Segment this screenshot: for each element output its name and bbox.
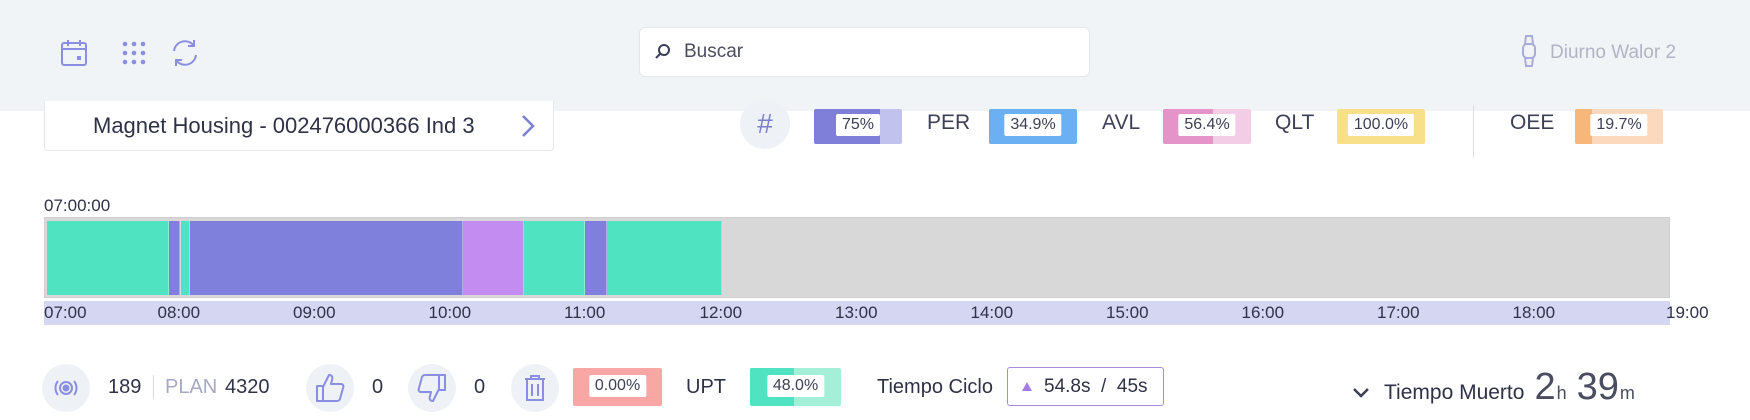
top-bar: Diurno Walor 2	[0, 0, 1750, 111]
avl-kpi-value: 56.4%	[1178, 114, 1236, 136]
grid-icon[interactable]	[117, 36, 151, 70]
dead-time-minutes: 39	[1576, 366, 1619, 408]
sensor-icon[interactable]	[42, 364, 90, 412]
axis-tick-label: 12:00	[699, 303, 743, 322]
oee-kpi-bar: 19.7%	[1575, 109, 1663, 144]
cycle-time-value: 54.8s / 45s	[1044, 375, 1148, 397]
axis-tick-label: 13:00	[835, 303, 878, 322]
good-count: 0	[372, 376, 384, 398]
axis-tick-label: 08:00	[157, 303, 201, 322]
per-kpi-bar: 34.9%	[989, 109, 1077, 144]
dead-time-minutes-unit: m	[1619, 383, 1635, 403]
timeline-segment-running[interactable]	[47, 221, 170, 295]
trash-icon[interactable]	[511, 364, 559, 412]
ciclo-label: Tiempo Ciclo	[877, 376, 993, 398]
axis-tick-label: 17:00	[1377, 303, 1420, 322]
thumbs-down-icon[interactable]	[408, 364, 456, 412]
timeline-segment-running[interactable]	[607, 221, 723, 295]
count-value: 189	[108, 376, 142, 398]
main-kpi-bar: 75%	[814, 109, 902, 144]
axis-tick-label: 10:00	[428, 303, 472, 322]
count-divider	[153, 375, 154, 399]
plan-value: 4320	[225, 376, 270, 398]
plan-label: PLAN	[165, 376, 218, 398]
avl-kpi-bar: 56.4%	[1163, 109, 1251, 144]
scrap-rate-value: 0.00%	[588, 375, 647, 397]
timeline-segment-stop[interactable]	[169, 221, 181, 295]
scrap-rate-bar: 0.00%	[573, 368, 662, 406]
avl-label: AVL	[1102, 111, 1141, 134]
user-menu[interactable]: Diurno Walor 2	[1520, 34, 1677, 73]
dead-time-label: Tiempo Muerto	[1384, 381, 1525, 404]
search-box[interactable]	[639, 27, 1090, 77]
triangle-up-icon	[1022, 382, 1032, 391]
chevron-right-icon[interactable]	[517, 113, 539, 139]
product-selector[interactable]: Magnet Housing - 002476000366 Ind 3	[44, 101, 554, 151]
dead-time-hours-unit: h	[1556, 383, 1567, 403]
hash-icon[interactable]: #	[740, 99, 790, 149]
upt-bar: 48.0%	[750, 368, 841, 406]
product-name: Magnet Housing - 002476000366 Ind 3	[93, 112, 475, 138]
axis-tick-label: 15:00	[1106, 303, 1149, 322]
qlt-kpi-value: 100.0%	[1347, 114, 1415, 136]
axis-tick-label: 14:00	[970, 303, 1014, 322]
timeline-axis: 07:00 08:00 09:00 10:00 11:00 12:00 13:00 14:00…	[44, 301, 1709, 325]
axis-tick-label: 18:00	[1512, 303, 1556, 322]
axis-tick-label: 11:00	[564, 303, 606, 322]
axis-tick-label: 16:00	[1241, 303, 1285, 322]
upt-value: 48.0%	[766, 375, 825, 397]
timeline-start-label: 07:00:00	[44, 196, 111, 215]
axis-tick-label: 09:00	[293, 303, 336, 322]
timeline-segment-stop[interactable]	[189, 221, 463, 295]
axis-tick-label: 07:00	[44, 303, 87, 322]
search-input[interactable]	[684, 41, 1064, 63]
thumbs-up-icon[interactable]	[306, 364, 354, 412]
production-timeline[interactable]	[44, 217, 1670, 298]
oee-kpi-value: 19.7%	[1590, 114, 1648, 136]
timeline-segment-running[interactable]	[180, 221, 190, 295]
user-label: Diurno Walor 2	[1550, 42, 1677, 63]
dead-time-hours: 2	[1534, 366, 1556, 408]
calendar-icon[interactable]	[57, 36, 91, 70]
axis-tick-label: 19:00	[1666, 303, 1709, 322]
upt-label: UPT	[686, 376, 726, 398]
timeline-segment-setup[interactable]	[462, 221, 524, 295]
dead-time-section[interactable]: Tiempo Muerto 2 h 39 m	[1352, 366, 1645, 409]
kpi-divider	[1473, 105, 1474, 157]
watch-icon	[1520, 34, 1538, 73]
per-kpi-value: 34.9%	[1004, 114, 1062, 136]
per-label: PER	[927, 111, 971, 134]
search-icon	[654, 42, 674, 62]
refresh-icon[interactable]	[168, 36, 202, 70]
main-kpi-value: 75%	[835, 114, 881, 136]
oee-label: OEE	[1510, 111, 1555, 134]
qlt-label: QLT	[1275, 111, 1315, 134]
bad-count: 0	[474, 376, 486, 398]
cycle-time-box[interactable]: 54.8s / 45s	[1007, 367, 1164, 406]
timeline-segment-stop[interactable]	[584, 221, 608, 295]
timeline-segment-running[interactable]	[523, 221, 585, 295]
chevron-down-icon[interactable]	[1352, 386, 1370, 404]
qlt-kpi-bar: 100.0%	[1337, 109, 1425, 144]
